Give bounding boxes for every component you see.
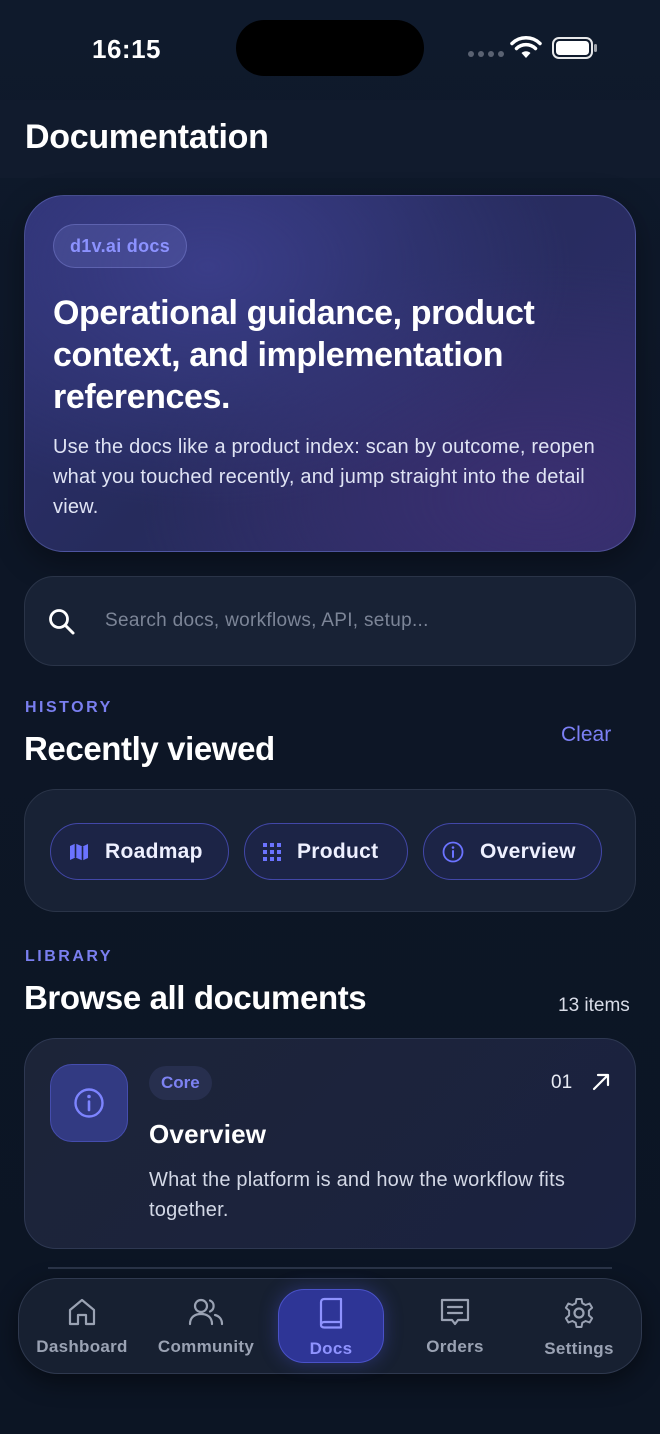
doc-description: What the platform is and how the workflo… [149,1169,566,1221]
recent-chip-overview[interactable]: Overview [423,823,602,880]
tab-orders[interactable]: Orders [400,1279,510,1375]
tab-settings[interactable]: Settings [524,1279,634,1375]
doc-category-tag: Core [149,1066,212,1100]
tab-label: Settings [544,1339,614,1358]
chip-label: Overview [480,839,576,863]
status-time: 16:15 [92,34,161,64]
library-eyebrow: LIBRARY [25,948,114,965]
tab-label: Orders [426,1337,484,1356]
history-title: Recently viewed [24,730,275,767]
hero-title: Operational guidance, product context, a… [53,294,535,416]
tab-community[interactable]: Community [151,1279,261,1375]
history-eyebrow: HISTORY [25,699,113,716]
arrow-up-right-icon [592,1073,610,1091]
battery-icon [552,37,597,59]
recent-chip-product[interactable]: Product [244,823,408,880]
tab-label: Dashboard [36,1337,128,1356]
home-icon [68,1298,96,1326]
recent-chip-roadmap[interactable]: Roadmap [50,823,229,880]
doc-number: 01 [551,1072,573,1093]
doc-icon-tile [50,1064,128,1142]
search-icon [49,609,75,635]
grid-icon [263,842,281,861]
clear-history-button[interactable]: Clear [561,723,611,747]
signal-icon [468,51,504,57]
recently-viewed-card: Roadmap Product Overview [24,789,636,912]
dynamic-island [236,20,424,76]
items-count: 13 items [558,995,630,1016]
status-bar: 16:15 [0,0,660,100]
tab-label: Community [157,1337,255,1356]
library-title: Browse all documents [24,979,367,1016]
users-icon [188,1298,224,1326]
docs-screen: 16:15 Documentation d1v.ai docs Operatio… [0,0,660,1434]
hero-card: d1v.ai docs Operational guidance, produc… [24,195,636,552]
hero-description: Use the docs like a product index: scan … [53,436,595,518]
wifi-icon [510,36,542,58]
tab-label: Docs [309,1339,353,1358]
tab-docs[interactable]: Docs [276,1279,386,1375]
map-icon [70,843,88,860]
chip-label: Product [297,839,379,863]
document-card-overview[interactable]: Core 01 Overview What the platform is an… [24,1038,636,1249]
hero-badge: d1v.ai docs [53,224,188,268]
page-title: Documentation [25,118,269,156]
tab-bar: Dashboard Community Docs Orders Settings [18,1278,642,1374]
info-icon [74,1088,104,1118]
search-bar[interactable] [24,576,636,666]
chip-label: Roadmap [105,839,203,863]
doc-title: Overview [149,1119,267,1149]
gear-icon [564,1298,594,1328]
next-document-card-edge [48,1267,612,1269]
receipt-icon [440,1298,470,1326]
search-input[interactable] [105,577,605,665]
info-icon [442,841,464,862]
book-icon [319,1297,343,1329]
tab-dashboard[interactable]: Dashboard [27,1279,137,1375]
